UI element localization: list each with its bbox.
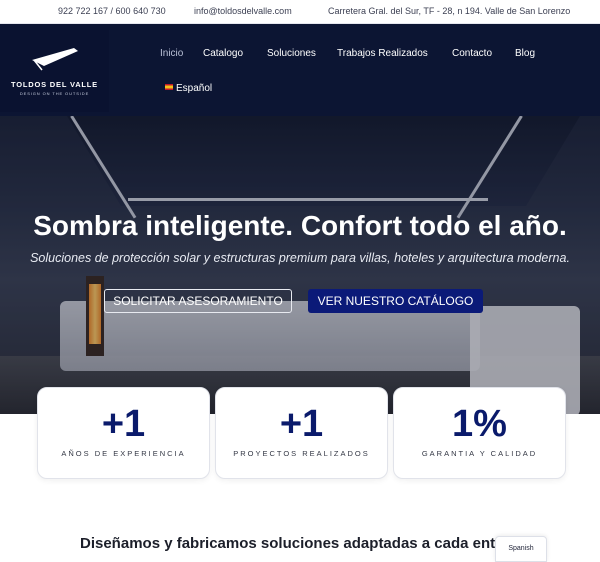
language-switcher-widget[interactable]: Spanish (495, 536, 547, 562)
site-header: TOLDOS DEL VALLE DESIGN ON THE OUTSIDE I… (0, 24, 600, 116)
hero-overlay (0, 116, 600, 414)
nav-item-catalogo[interactable]: Catalogo (203, 48, 243, 59)
stat-value: 1% (452, 403, 507, 445)
logo-tagline: DESIGN ON THE OUTSIDE (19, 91, 90, 96)
stat-label: GARANTIA Y CALIDAD (421, 449, 538, 458)
nav-item-blog[interactable]: Blog (515, 48, 535, 59)
stat-value: +1 (279, 403, 324, 445)
spain-flag-icon (165, 84, 173, 90)
stat-card-guarantee: 1% GARANTIA Y CALIDAD (393, 387, 566, 479)
address-text: Carretera Gral. del Sur, TF - 28, n 194.… (328, 6, 571, 16)
logo[interactable]: TOLDOS DEL VALLE DESIGN ON THE OUTSIDE (0, 30, 109, 112)
language-selector[interactable]: Español (165, 83, 212, 94)
phone-numbers[interactable]: 922 722 167 / 600 640 730 (58, 6, 166, 16)
stat-label: AÑOS DE EXPERIENCIA (61, 449, 186, 458)
nav-item-soluciones[interactable]: Soluciones (267, 48, 316, 59)
intro-heading: Diseñamos y fabricamos soluciones adapta… (80, 535, 496, 552)
nav-item-trabajos-realizados[interactable]: Trabajos Realizados (337, 48, 428, 59)
stat-card-projects: +1 PROYECTOS REALIZADOS (215, 387, 388, 479)
request-advice-button[interactable]: SOLICITAR ASESORAMIENTO (104, 289, 292, 313)
stat-value: +1 (101, 403, 146, 445)
view-catalog-button[interactable]: VER NUESTRO CATÁLOGO (308, 289, 483, 313)
top-info-bar: 922 722 167 / 600 640 730 info@toldosdel… (0, 0, 600, 24)
email-link[interactable]: info@toldosdelvalle.com (194, 6, 292, 16)
hero-title: Sombra inteligente. Confort todo el año. (33, 210, 567, 241)
hero-subtitle: Soluciones de protección solar y estruct… (30, 251, 570, 265)
stat-label: PROYECTOS REALIZADOS (233, 449, 370, 458)
awning-logo-icon (32, 48, 78, 71)
nav-item-inicio[interactable]: Inicio (160, 48, 183, 59)
stat-card-experience: +1 AÑOS DE EXPERIENCIA (37, 387, 210, 479)
logo-name: TOLDOS DEL VALLE (11, 80, 98, 89)
hero-section: Sombra inteligente. Confort todo el año.… (0, 116, 600, 414)
nav-item-contacto[interactable]: Contacto (452, 48, 492, 59)
language-label: Español (176, 83, 213, 94)
